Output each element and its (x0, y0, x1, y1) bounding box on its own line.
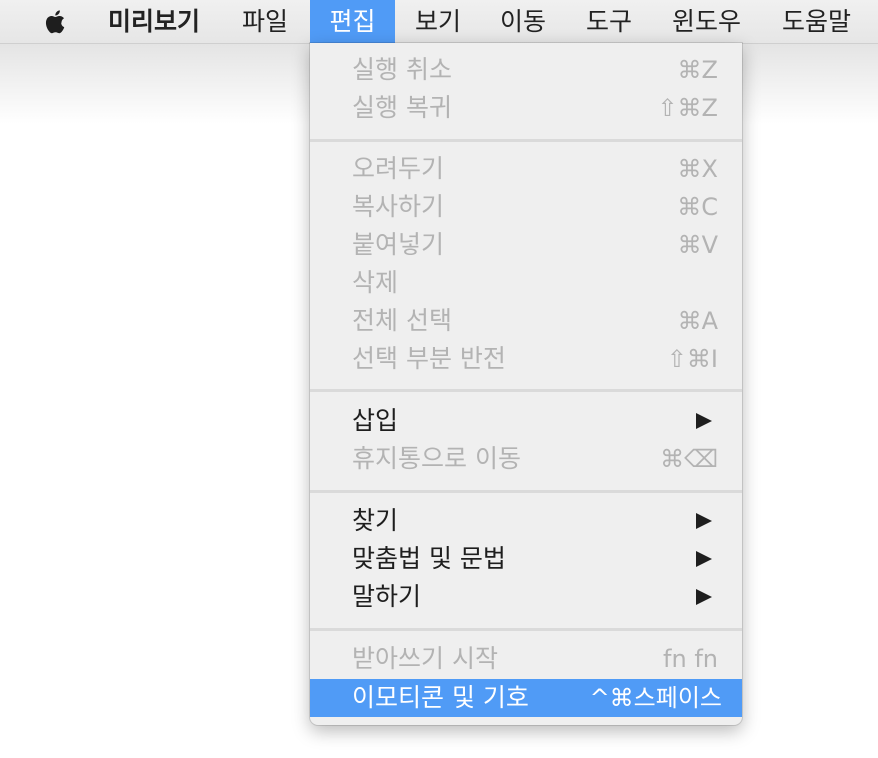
menu-tools[interactable]: 도구 (574, 0, 644, 43)
menu-separator (310, 389, 742, 392)
submenu-arrow-icon (696, 589, 712, 605)
submenu-arrow-icon (696, 513, 712, 529)
menu-item-select-all[interactable]: 전체 선택 ⌘A (310, 302, 742, 340)
menu-item-invert-selection[interactable]: 선택 부분 반전 ⇧⌘I (310, 340, 742, 378)
shortcut-label: ^⌘스페이스 (589, 684, 722, 712)
menu-item-find[interactable]: 찾기 (310, 502, 742, 540)
menu-separator (310, 490, 742, 493)
menu-help[interactable]: 도움말 (770, 0, 863, 43)
menu-item-delete[interactable]: 삭제 (310, 264, 742, 302)
menu-item-label: 삽입 (352, 406, 399, 435)
shortcut-label: fn fn (663, 645, 718, 673)
menu-item-label: 받아쓰기 시작 (352, 644, 498, 673)
menu-separator (310, 628, 742, 631)
shortcut-label: ⇧⌘Z (657, 94, 718, 122)
menu-item-insert[interactable]: 삽입 (310, 402, 742, 440)
shortcut-label: ⌘V (677, 231, 718, 259)
menu-item-label: 말하기 (352, 582, 422, 611)
menu-item-label: 이모티콘 및 기호 (352, 683, 529, 712)
menu-item-start-dictation[interactable]: 받아쓰기 시작 fn fn (310, 640, 742, 678)
submenu-arrow-icon (696, 551, 712, 567)
shortcut-label: ⌘A (677, 307, 718, 335)
edit-menu-dropdown: 실행 취소 ⌘Z 실행 복귀 ⇧⌘Z 오려두기 ⌘X 복사하기 ⌘C 붙여넣기 … (310, 43, 742, 725)
apple-logo-icon[interactable] (40, 7, 72, 37)
menu-item-label: 붙여넣기 (352, 230, 445, 259)
menu-separator (310, 139, 742, 142)
menu-item-label: 실행 복귀 (352, 93, 452, 122)
menu-item-label: 휴지통으로 이동 (352, 444, 521, 473)
menu-item-label: 실행 취소 (352, 55, 452, 84)
shortcut-label: ⌘⌫ (660, 445, 718, 473)
menu-window[interactable]: 윈도우 (660, 0, 753, 43)
menu-item-move-to-trash[interactable]: 휴지통으로 이동 ⌘⌫ (310, 440, 742, 478)
shortcut-label: ⌘X (677, 155, 718, 183)
menu-file[interactable]: 파일 (230, 0, 300, 43)
shortcut-label: ⌘Z (677, 56, 718, 84)
menu-bar: 미리보기 파일 편집 보기 이동 도구 윈도우 도움말 (0, 0, 878, 44)
menu-item-copy[interactable]: 복사하기 ⌘C (310, 188, 742, 226)
menu-go[interactable]: 이동 (488, 0, 558, 43)
menu-item-label: 선택 부분 반전 (352, 344, 506, 373)
menu-item-label: 복사하기 (352, 192, 445, 221)
menu-item-label: 삭제 (352, 268, 399, 297)
menu-item-label: 오려두기 (352, 154, 445, 183)
shortcut-label: ⇧⌘I (666, 345, 718, 373)
menu-item-undo[interactable]: 실행 취소 ⌘Z (310, 51, 742, 89)
menu-item-cut[interactable]: 오려두기 ⌘X (310, 150, 742, 188)
menu-item-spelling-grammar[interactable]: 맞춤법 및 문법 (310, 540, 742, 578)
menu-view[interactable]: 보기 (403, 0, 473, 43)
menu-item-label: 맞춤법 및 문법 (352, 544, 506, 573)
submenu-arrow-icon (696, 413, 712, 429)
menu-item-label: 찾기 (352, 506, 399, 535)
menu-item-paste[interactable]: 붙여넣기 ⌘V (310, 226, 742, 264)
menu-item-speech[interactable]: 말하기 (310, 578, 742, 616)
menu-item-label: 전체 선택 (352, 306, 452, 335)
menu-edit[interactable]: 편집 (310, 0, 395, 43)
menu-app-preview[interactable]: 미리보기 (96, 0, 212, 43)
shortcut-label: ⌘C (677, 193, 718, 221)
menu-item-redo[interactable]: 실행 복귀 ⇧⌘Z (310, 89, 742, 127)
menu-item-emoji-symbols[interactable]: 이모티콘 및 기호 ^⌘스페이스 (310, 679, 742, 717)
